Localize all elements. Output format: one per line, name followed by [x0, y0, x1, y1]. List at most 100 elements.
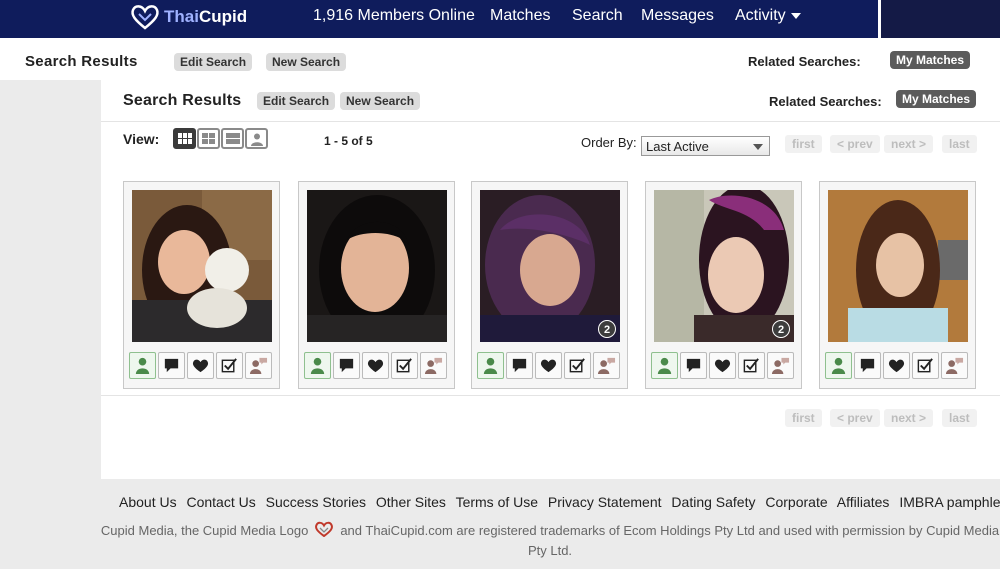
- pager-prev-top[interactable]: < prev: [830, 135, 880, 153]
- pager-last-top[interactable]: last: [942, 135, 977, 153]
- message-button[interactable]: [854, 352, 881, 379]
- results-title: Search Results: [123, 92, 242, 109]
- order-by-value: Last Active: [646, 139, 709, 154]
- interest-button[interactable]: [912, 352, 939, 379]
- profile-card: 2: [471, 181, 628, 389]
- footer-legal: Cupid Media, the Cupid Media Logo and Tha…: [100, 521, 1000, 561]
- profile-actions: [651, 352, 794, 379]
- footer-link[interactable]: Dating Safety: [671, 494, 755, 510]
- view-profile-button[interactable]: [651, 352, 678, 379]
- chat-user-icon: [249, 357, 268, 375]
- pager-next-bottom[interactable]: next >: [884, 409, 934, 427]
- footer-link[interactable]: Contact Us: [186, 494, 255, 510]
- view-single-profile-icon[interactable]: [245, 128, 268, 149]
- checkbox-icon: [221, 358, 237, 373]
- footer-link[interactable]: Other Sites: [376, 494, 446, 510]
- chat-bubble-icon: [512, 358, 527, 373]
- thaicupid-logo[interactable]: ThaiCupid: [130, 3, 247, 31]
- page-title: Search Results: [25, 53, 138, 70]
- interest-button[interactable]: [216, 352, 243, 379]
- pager-last-bottom[interactable]: last: [942, 409, 977, 427]
- favorite-button[interactable]: [187, 352, 214, 379]
- my-matches-button[interactable]: My Matches: [890, 51, 971, 69]
- members-online-link[interactable]: 1,916 Members Online: [313, 7, 475, 25]
- favorite-button[interactable]: [883, 352, 910, 379]
- footer-link[interactable]: Privacy Statement: [548, 494, 662, 510]
- pager-prev-bottom[interactable]: < prev: [830, 409, 880, 427]
- new-search-button[interactable]: New Search: [266, 53, 347, 71]
- view-profile-button[interactable]: [304, 352, 331, 379]
- chat-button[interactable]: [245, 352, 272, 379]
- pager-first-bottom[interactable]: first: [785, 409, 822, 427]
- legal-text-part2: and ThaiCupid.com are registered tradema…: [340, 523, 1000, 558]
- order-by-select[interactable]: Last Active: [641, 136, 770, 156]
- message-button[interactable]: [158, 352, 185, 379]
- nav-messages[interactable]: Messages: [641, 7, 714, 25]
- divider: [101, 395, 1000, 396]
- heart-icon: [888, 359, 905, 373]
- chat-button[interactable]: [941, 352, 968, 379]
- profile-photo[interactable]: 2: [654, 190, 794, 342]
- heart-icon: [540, 359, 557, 373]
- top-navbar: ThaiCupid 1,916 Members Online Matches S…: [0, 0, 1000, 38]
- view-grid-small-icon[interactable]: [173, 128, 196, 149]
- message-button[interactable]: [680, 352, 707, 379]
- chat-button[interactable]: [420, 352, 447, 379]
- view-mode-toggle: [173, 128, 268, 149]
- footer-link[interactable]: Corporate: [765, 494, 827, 510]
- profile-actions: [129, 352, 272, 379]
- heart-icon: [714, 359, 731, 373]
- nav-activity-dropdown[interactable]: Activity: [735, 7, 801, 25]
- edit-search-button-inner[interactable]: Edit Search: [257, 92, 336, 110]
- search-results-panel: Search Results Edit Search New Search Re…: [101, 80, 1000, 479]
- view-list-icon[interactable]: [221, 128, 244, 149]
- profile-photo[interactable]: [132, 190, 272, 342]
- nav-search[interactable]: Search: [572, 7, 623, 25]
- edit-search-button[interactable]: Edit Search: [174, 53, 253, 71]
- footer-link[interactable]: Success Stories: [266, 494, 366, 510]
- view-profile-button[interactable]: [129, 352, 156, 379]
- view-grid-large-icon[interactable]: [197, 128, 220, 149]
- legal-text-part1: Cupid Media, the Cupid Media Logo: [100, 523, 309, 538]
- message-button[interactable]: [333, 352, 360, 379]
- profile-card: [123, 181, 280, 389]
- my-matches-button-inner[interactable]: My Matches: [896, 90, 977, 108]
- chat-button[interactable]: [593, 352, 620, 379]
- divider: [101, 121, 1000, 122]
- interest-button[interactable]: [391, 352, 418, 379]
- nav-matches[interactable]: Matches: [490, 7, 550, 25]
- chat-button[interactable]: [767, 352, 794, 379]
- logo-text: ThaiCupid: [164, 7, 248, 26]
- profile-actions: [825, 352, 968, 379]
- footer-link[interactable]: IMBRA pamphlet: [899, 494, 1000, 510]
- footer-link[interactable]: Terms of Use: [456, 494, 538, 510]
- profile-icon: [657, 357, 672, 375]
- chat-user-icon: [945, 357, 964, 375]
- favorite-button[interactable]: [709, 352, 736, 379]
- view-profile-button[interactable]: [477, 352, 504, 379]
- heart-icon: [367, 359, 384, 373]
- related-searches-label-inner: Related Searches:: [769, 94, 882, 109]
- profile-card: [819, 181, 976, 389]
- new-search-button-inner[interactable]: New Search: [340, 92, 421, 110]
- photo-count-badge: 2: [772, 320, 790, 338]
- pager-first-top[interactable]: first: [785, 135, 822, 153]
- interest-button[interactable]: [564, 352, 591, 379]
- view-label: View:: [123, 131, 160, 147]
- profile-card: [298, 181, 455, 389]
- profile-photo[interactable]: [307, 190, 447, 342]
- profile-actions: [304, 352, 447, 379]
- interest-button[interactable]: [738, 352, 765, 379]
- footer-link[interactable]: Affiliates: [837, 494, 890, 510]
- pager-next-top[interactable]: next >: [884, 135, 934, 153]
- view-profile-button[interactable]: [825, 352, 852, 379]
- favorite-button[interactable]: [535, 352, 562, 379]
- footer-link[interactable]: About Us: [119, 494, 177, 510]
- favorite-button[interactable]: [362, 352, 389, 379]
- profile-photo[interactable]: [828, 190, 968, 342]
- chat-bubble-icon: [686, 358, 701, 373]
- profile-photo[interactable]: 2: [480, 190, 620, 342]
- message-button[interactable]: [506, 352, 533, 379]
- nav-right-area: [878, 0, 1000, 38]
- chat-user-icon: [771, 357, 790, 375]
